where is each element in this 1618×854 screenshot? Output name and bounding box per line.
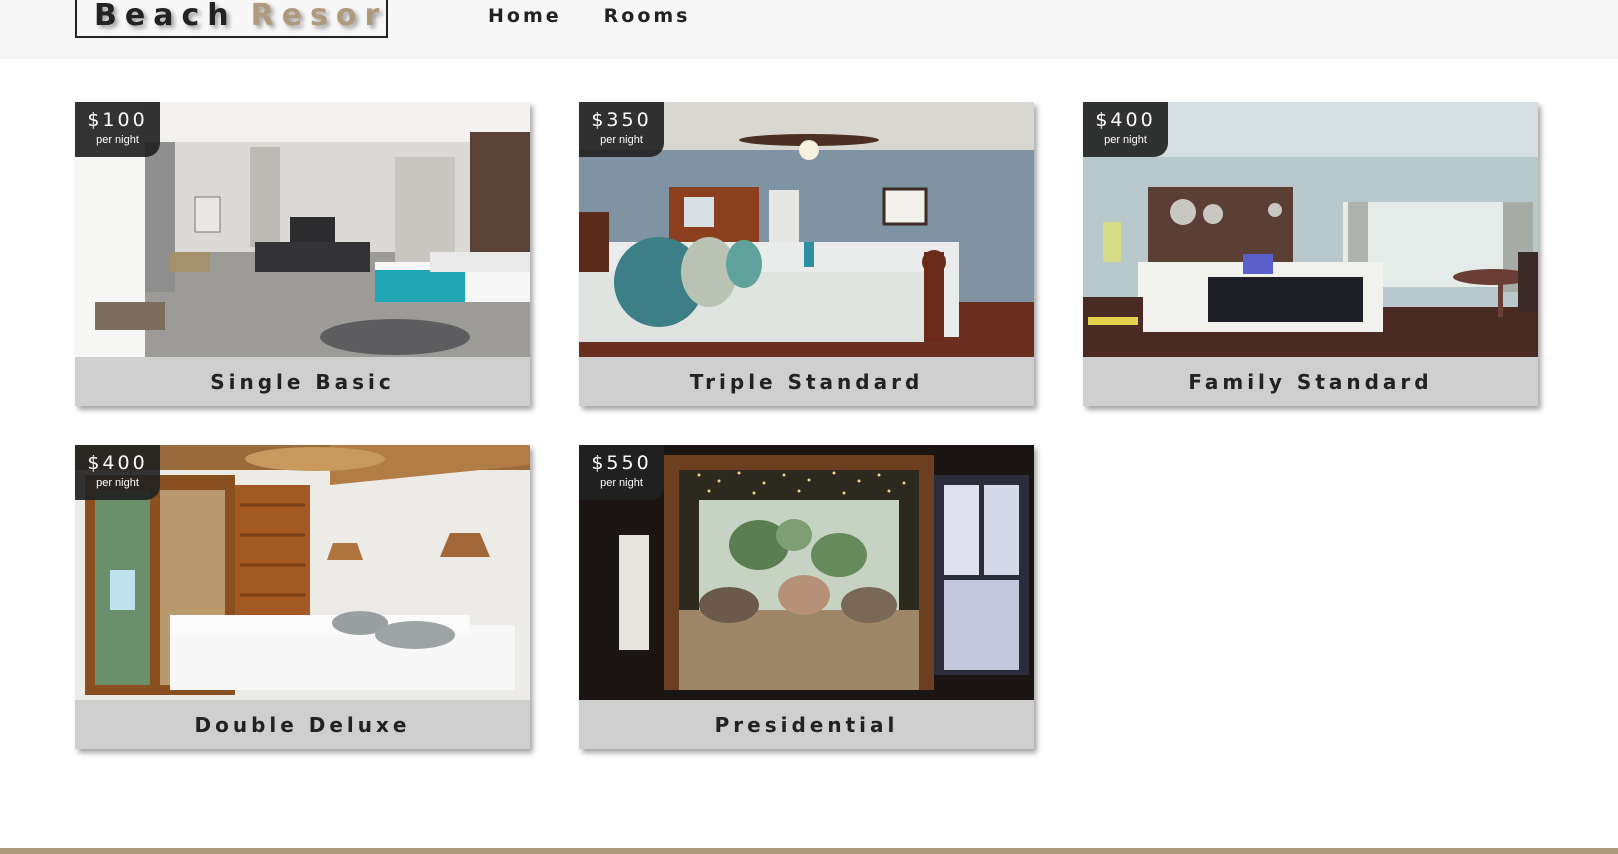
price-unit: per night [600, 477, 643, 489]
room-card-single-basic[interactable]: $100 per night Single Basic [75, 102, 530, 406]
price-badge: $400 per night [1083, 102, 1168, 157]
room-card-triple-standard[interactable]: $350 per night Triple Standard [579, 102, 1034, 406]
logo-word-beach: Beach [94, 0, 237, 33]
price-unit: per night [96, 134, 139, 146]
price-unit: per night [600, 134, 643, 146]
room-name[interactable]: Family Standard [1083, 357, 1538, 406]
room-card-presidential[interactable]: $550 per night Presidential [579, 445, 1034, 749]
room-name[interactable]: Triple Standard [579, 357, 1034, 406]
price-badge: $100 per night [75, 102, 160, 157]
price-badge: $550 per night [579, 445, 664, 500]
room-name[interactable]: Presidential [579, 700, 1034, 749]
room-card-double-deluxe[interactable]: $400 per night Double Deluxe [75, 445, 530, 749]
price-badge: $400 per night [75, 445, 160, 500]
logo-word-resort: Resort [250, 0, 388, 33]
price-unit: per night [96, 477, 139, 489]
room-price: $350 [591, 109, 652, 131]
room-card-family-standard[interactable]: $400 per night Family Standard [1083, 102, 1538, 406]
site-logo[interactable]: Beach Resort [75, 0, 388, 38]
nav-link-home[interactable]: Home [488, 5, 562, 27]
nav-links: Home Rooms [488, 5, 690, 27]
room-price: $100 [87, 109, 148, 131]
room-price: $550 [591, 452, 652, 474]
footer-band [0, 848, 1618, 854]
room-price: $400 [1095, 109, 1156, 131]
price-unit: per night [1104, 134, 1147, 146]
price-badge: $350 per night [579, 102, 664, 157]
room-price: $400 [87, 452, 148, 474]
room-name[interactable]: Single Basic [75, 357, 530, 406]
room-name[interactable]: Double Deluxe [75, 700, 530, 749]
navbar: Beach Resort Home Rooms [0, 0, 1618, 59]
nav-link-rooms[interactable]: Rooms [604, 5, 691, 27]
